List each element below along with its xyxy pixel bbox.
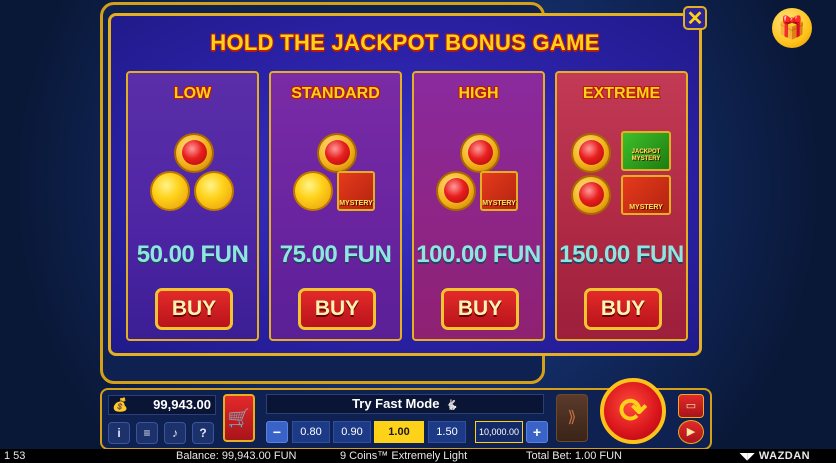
buy-feature-button[interactable]: 🛒 (223, 394, 255, 442)
play-button[interactable]: ▶ (678, 420, 704, 444)
status-balance: Balance: 99,943.00 FUN (176, 450, 297, 462)
mystery-symbol-icon: MYSTERY (621, 175, 671, 215)
red-coin-icon (460, 133, 500, 173)
modal-title: HOLD THE JACKPOT BONUS GAME (210, 30, 600, 55)
spin-icon: ⟳ (618, 392, 648, 430)
money-bag-icon: 💰 (112, 397, 129, 412)
gold-coin-icon (293, 171, 333, 211)
bonus-card-low[interactable]: LOW 50.00 FUN BUY (126, 71, 259, 341)
card-price: 50.00 FUN (136, 241, 249, 268)
bonus-card-standard[interactable]: STANDARD MYSTERY 75.00 FUN BUY (269, 71, 402, 341)
help-icon[interactable]: ? (192, 422, 214, 444)
fast-mode-label: Try Fast Mode (352, 396, 440, 411)
jackpot-mystery-symbol-icon: JACKPOT MYSTERY (621, 131, 671, 171)
status-total-bet: Total Bet: 1.00 FUN (526, 450, 622, 462)
card-title: STANDARD (291, 85, 380, 102)
wazdan-logo-icon: ◥◤ (740, 451, 755, 461)
sound-icon[interactable]: ♪ (164, 422, 186, 444)
info-icon[interactable]: i (108, 422, 130, 444)
red-coin-icon (317, 133, 357, 173)
card-price: 75.00 FUN (279, 241, 392, 268)
paytable-icon: ▭ (685, 400, 697, 412)
cart-icon: 🛒 (227, 408, 251, 428)
bonus-card-extreme[interactable]: EXTREME JACKPOT MYSTERY MYSTERY 150.00 F… (555, 71, 688, 341)
gift-icon[interactable]: 🎁 (772, 8, 812, 48)
red-coin-icon (571, 133, 611, 173)
rabbit-icon: 🐇 (445, 400, 458, 411)
bet-increase-button[interactable]: + (526, 421, 548, 443)
card-title: HIGH (458, 85, 499, 102)
gold-coin-icon (150, 171, 190, 211)
balance-display: 💰 99,943.00 (108, 395, 216, 415)
bet-option[interactable]: 0.90 (333, 421, 371, 443)
bonus-card-high[interactable]: HIGH MYSTERY 100.00 FUN BUY (412, 71, 545, 341)
bet-option[interactable]: 1.50 (428, 421, 466, 443)
play-icon: ▶ (686, 426, 696, 438)
autoplay-icon: ⟫ (567, 409, 577, 426)
close-button[interactable]: ✕ (683, 6, 707, 30)
buy-button-low[interactable]: BUY (155, 288, 233, 330)
autoplay-button[interactable]: ⟫ (556, 394, 588, 442)
fast-mode-toggle[interactable]: Try Fast Mode 🐇 (266, 394, 544, 414)
red-coin-icon (174, 133, 214, 173)
card-title: LOW (173, 85, 212, 102)
mystery-symbol-icon: MYSTERY (337, 171, 375, 211)
red-coin-icon (571, 175, 611, 215)
card-price: 150.00 FUN (559, 241, 684, 268)
clock: 1 53 (4, 450, 26, 462)
buy-button-extreme[interactable]: BUY (584, 288, 662, 330)
bet-option-max[interactable]: 10,000.00 (475, 421, 523, 443)
status-game-name: 9 Coins™ Extremely Light (340, 450, 468, 462)
bonus-buy-modal: HOLD THE JACKPOT BONUS GAME LOW 50.00 FU… (108, 13, 702, 356)
paytable-button[interactable]: ▭ (678, 394, 704, 418)
card-price: 100.00 FUN (416, 241, 541, 268)
red-coin-icon (436, 171, 476, 211)
bet-option[interactable]: 0.80 (292, 421, 330, 443)
spin-button[interactable]: ⟳ (600, 378, 666, 444)
brand-name: WAZDAN (758, 450, 811, 462)
bet-option-selected[interactable]: 1.00 (374, 421, 424, 443)
gold-coin-icon (194, 171, 234, 211)
menu-icon[interactable]: ≡ (136, 422, 158, 444)
card-title: EXTREME (582, 85, 661, 102)
mystery-symbol-icon: MYSTERY (480, 171, 518, 211)
balance-value: 99,943.00 (153, 397, 211, 412)
buy-button-high[interactable]: BUY (441, 288, 519, 330)
bet-decrease-button[interactable]: − (266, 421, 288, 443)
status-bar: 1 53 Balance: 99,943.00 FUN 9 Coins™ Ext… (0, 449, 836, 463)
buy-button-standard[interactable]: BUY (298, 288, 376, 330)
